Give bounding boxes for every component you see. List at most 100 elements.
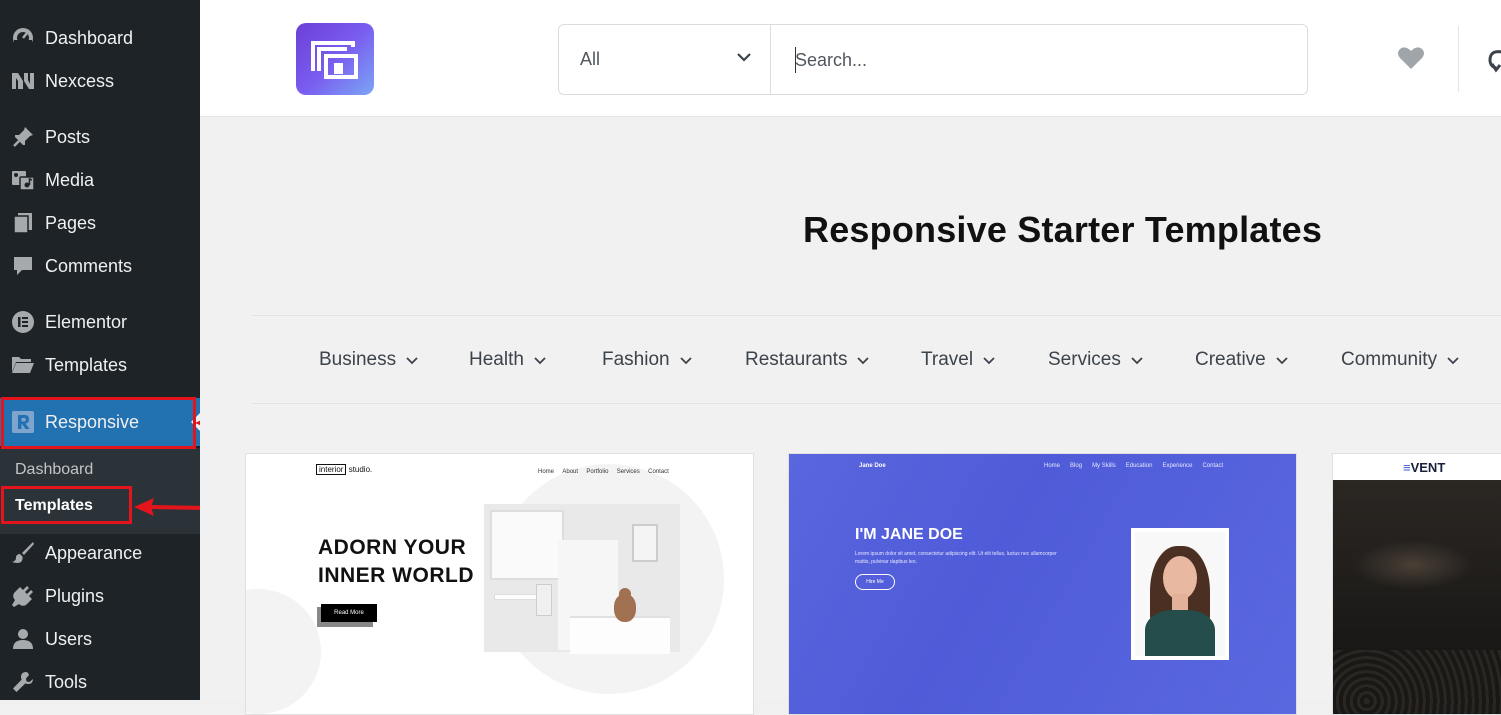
category-fashion[interactable]: Fashion [602,349,692,371]
menu-users[interactable]: Users [0,619,200,659]
event-photo [1333,480,1501,714]
chevron-down-icon [1131,356,1143,364]
dashboard-icon [10,25,36,51]
chevron-down-icon [534,356,546,364]
menu-label: Posts [45,126,91,147]
header-divider [1458,26,1459,92]
sync-icon[interactable] [1484,46,1501,74]
chevron-down-icon [679,356,692,364]
category-services[interactable]: Services [1048,349,1143,371]
menu-appearance[interactable]: Appearance [0,533,200,573]
paintbrush-icon [10,540,36,566]
event-logo: ≡VENT [1403,460,1446,475]
media-icon [10,167,36,193]
category-restaurants[interactable]: Restaurants [745,349,870,371]
elementor-icon [10,309,36,335]
category-label: Services [1048,349,1121,370]
jane-hire-button: Hire Me [855,574,895,590]
portrait-photo [1131,528,1229,660]
responsive-logo[interactable] [296,23,374,95]
room-image [484,504,680,654]
menu-dashboard[interactable]: Dashboard [0,18,200,58]
interior-nav: Home About Portfolio Services Contact [538,469,669,475]
user-icon [10,626,36,652]
menu-label: Templates [45,354,128,375]
category-label: Restaurants [745,349,848,370]
category-label: Community [1341,349,1438,370]
jane-headline: I'M JANE DOE [855,526,963,543]
interior-logo: interior studio. [316,464,372,475]
interior-read-more-button: Read More [321,604,377,622]
divider-bottom [252,403,1501,404]
jane-body-1: Lorem ipsum dolor sit amet, consectetur … [855,551,1057,557]
favorites-heart-icon[interactable] [1397,46,1425,70]
event-menu-icon: ≡ [1403,460,1411,475]
wrench-icon [10,669,36,695]
category-business[interactable]: Business [319,349,418,371]
admin-sidebar: Dashboard Nexcess Posts Media Pages Comm… [0,0,200,700]
menu-pages[interactable]: Pages [0,203,200,243]
menu-label: Media [45,169,95,190]
menu-label: Comments [45,255,133,276]
comment-icon [10,253,36,279]
category-travel[interactable]: Travel [921,349,995,371]
chevron-down-icon [1447,356,1459,364]
menu-plugins[interactable]: Plugins [0,576,200,616]
submenu-dashboard[interactable]: Dashboard [15,461,93,479]
menu-label: Pages [45,212,97,233]
category-label: Travel [921,349,974,370]
templates-main: Responsive Starter Templates Business He… [200,117,1501,715]
highlight-responsive [1,397,196,449]
category-health[interactable]: Health [469,349,546,371]
category-label: Creative [1195,349,1266,370]
chevron-down-icon [406,356,418,364]
category-creative[interactable]: Creative [1195,349,1288,371]
menu-tools[interactable]: Tools [0,662,200,702]
nexcess-icon [10,68,36,94]
interior-headline: ADORN YOUR INNER WORLD [318,536,474,587]
menu-label: Users [45,628,93,649]
menu-templates[interactable]: Templates [0,345,200,385]
menu-elementor[interactable]: Elementor [0,302,200,342]
menu-comments[interactable]: Comments [0,246,200,286]
chevron-down-icon [857,356,870,364]
folder-icon [10,352,36,378]
chevron-down-icon [1276,356,1288,364]
menu-label: Tools [45,671,88,692]
decor-circle [246,589,321,714]
text-cursor [795,47,796,73]
template-card-interior[interactable]: interior studio. Home About Portfolio Se… [245,453,754,715]
jane-brand: Jane Doe [859,463,886,469]
category-selected: All [580,49,601,69]
menu-label: Elementor [45,311,128,332]
menu-label: Plugins [45,585,105,606]
page-title: Responsive Starter Templates [803,209,1323,250]
chevron-down-icon [983,356,995,364]
jane-nav: Home Blog My Skills Education Experience… [1044,463,1224,469]
jane-body-2: mattis, pulvinar dapibus leo. [855,559,917,565]
divider-top [252,315,1501,316]
menu-label: Nexcess [45,70,115,91]
category-dropdown[interactable]: All [559,25,771,94]
menu-label: Dashboard [45,27,134,48]
pin-icon [10,124,36,150]
menu-media[interactable]: Media [0,160,200,200]
header-bar: All [200,0,1501,117]
chevron-down-icon [737,53,751,62]
category-label: Business [319,349,397,370]
menu-label: Appearance [45,542,143,563]
search-input[interactable] [771,25,1327,96]
template-card-jane-doe[interactable]: Jane Doe Home Blog My Skills Education E… [788,453,1297,715]
pages-icon [10,210,36,236]
category-label: Health [469,349,524,370]
category-community[interactable]: Community [1341,349,1459,371]
template-card-event[interactable]: ≡VENT [1332,453,1501,715]
menu-nexcess[interactable]: Nexcess [0,61,200,101]
category-label: Fashion [602,349,670,370]
logo-icon [311,41,358,79]
highlight-templates [1,486,132,524]
search-bar: All [558,24,1327,96]
plug-icon [10,583,36,609]
menu-posts[interactable]: Posts [0,117,200,157]
arrow-to-templates [134,498,208,516]
